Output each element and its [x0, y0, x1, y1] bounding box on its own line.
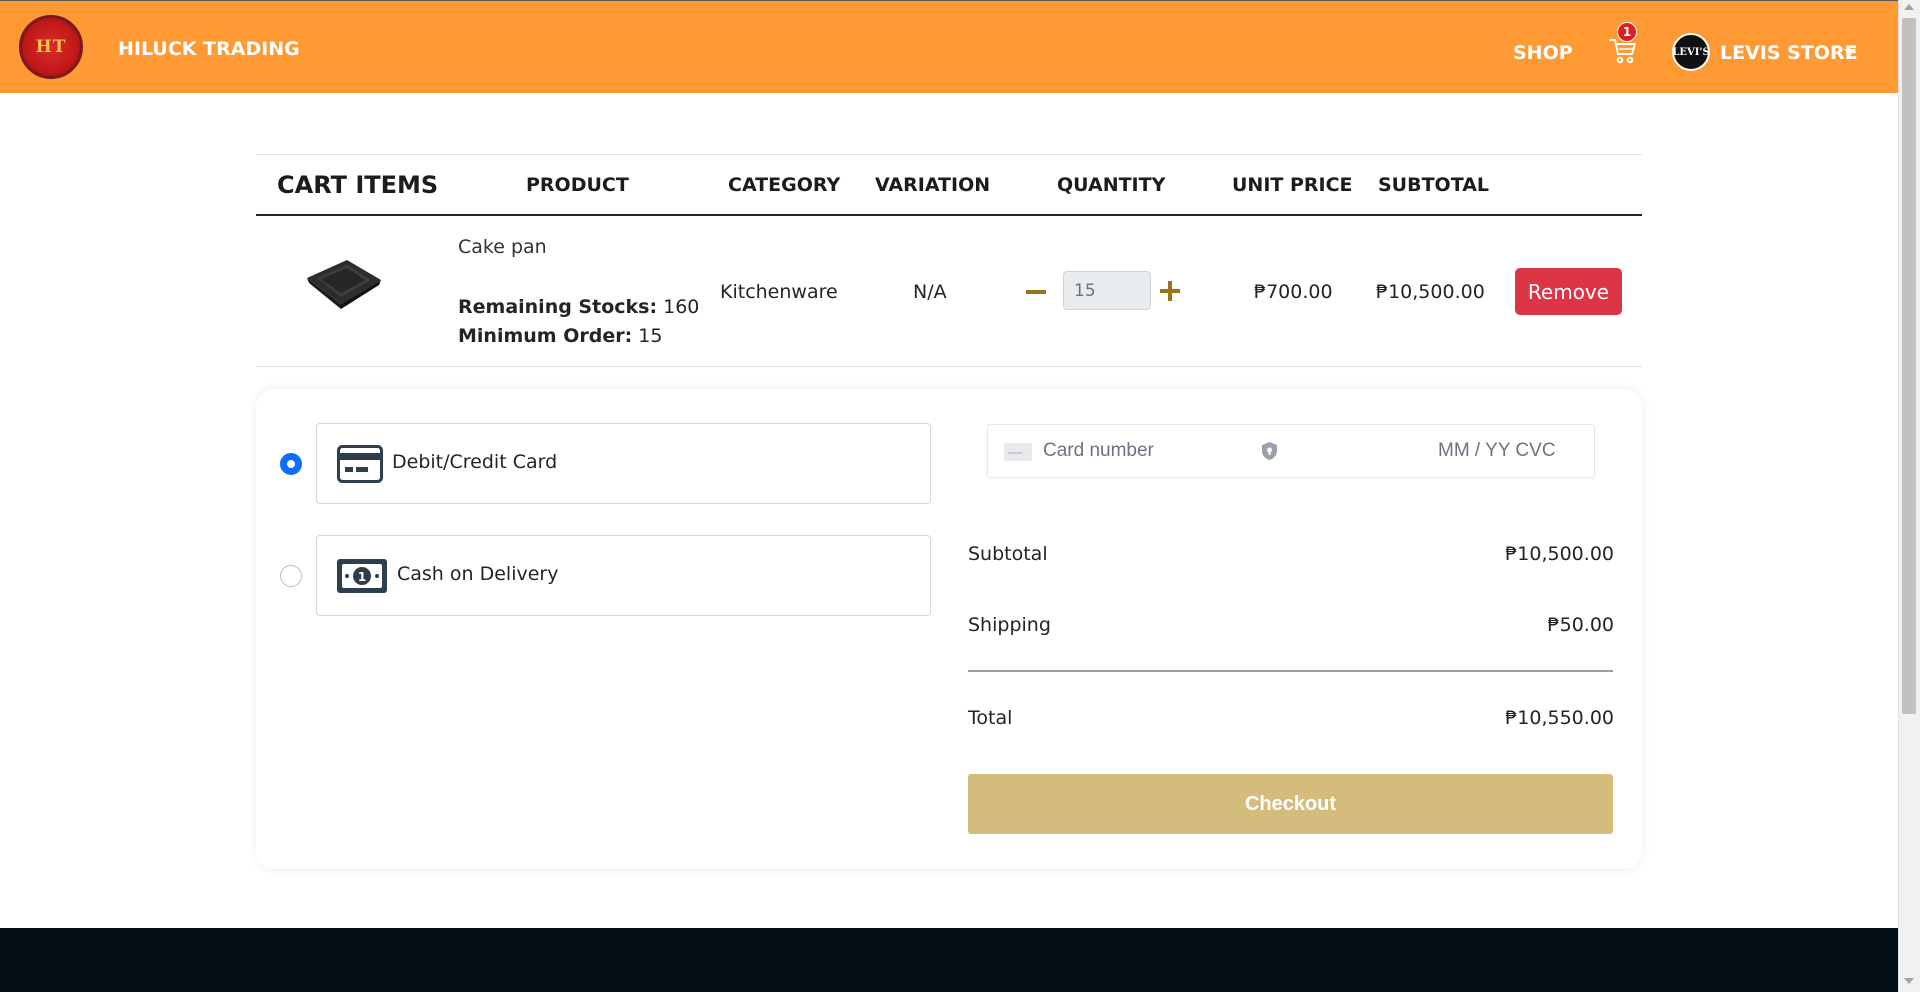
- brand-logo-text: HT: [35, 37, 67, 57]
- column-header-quantity: QUANTITY: [1057, 174, 1166, 196]
- top-navbar: HT HILUCK TRADING SHOP 1 LEVI'S LEVIS ST…: [0, 0, 1898, 93]
- unit-price: ₱700.00: [1254, 281, 1333, 303]
- summary-divider: [968, 670, 1613, 672]
- payment-option-cod-label: Cash on Delivery: [397, 563, 559, 585]
- chevron-down-icon[interactable]: [1844, 49, 1856, 56]
- table-top-border: [256, 154, 1642, 155]
- column-header-variation: VARIATION: [875, 174, 991, 196]
- store-avatar-text: LEVI'S: [1672, 46, 1710, 58]
- scroll-up-arrow-icon[interactable]: [1904, 4, 1914, 10]
- expiry-cvc-placeholder: MM / YY CVC: [1438, 440, 1556, 461]
- nav-shop-link[interactable]: SHOP: [1513, 42, 1573, 64]
- quantity-increase-button[interactable]: [1160, 281, 1180, 301]
- remove-item-button[interactable]: Remove: [1515, 268, 1622, 315]
- scrollbar-thumb[interactable]: [1902, 18, 1916, 714]
- remaining-stocks-label: Remaining Stocks:: [458, 296, 658, 318]
- column-header-category: CATEGORY: [728, 174, 841, 196]
- column-header-unit-price: UNIT PRICE: [1232, 174, 1353, 196]
- payment-option-card[interactable]: Debit/Credit Card: [316, 423, 931, 504]
- product-name[interactable]: Cake pan: [458, 236, 547, 258]
- page-footer: [0, 928, 1898, 992]
- column-header-product: PRODUCT: [526, 174, 629, 196]
- card-brand-icon: [1004, 443, 1032, 461]
- minimum-order-label: Minimum Order:: [458, 325, 633, 347]
- column-header-subtotal: SUBTOTAL: [1378, 174, 1490, 196]
- store-menu-toggle[interactable]: LEVIS STORE: [1720, 42, 1858, 64]
- brand-name[interactable]: HILUCK TRADING: [118, 38, 300, 60]
- table-header-border: [256, 214, 1642, 216]
- store-avatar[interactable]: LEVI'S: [1672, 33, 1710, 71]
- product-image[interactable]: [303, 252, 383, 312]
- summary-total-value: ₱10,550.00: [1505, 707, 1614, 729]
- payment-option-card-label: Debit/Credit Card: [392, 451, 558, 473]
- cart-count-badge: 1: [1617, 22, 1637, 42]
- payment-option-cod[interactable]: 1 Cash on Delivery: [316, 535, 931, 616]
- summary-shipping-value: ₱50.00: [1547, 614, 1614, 636]
- summary-subtotal-value: ₱10,500.00: [1505, 543, 1614, 565]
- svg-text:1: 1: [358, 570, 366, 584]
- credit-card-icon: [337, 445, 383, 483]
- row-subtotal: ₱10,500.00: [1376, 281, 1485, 303]
- card-details-input[interactable]: Card number MM / YY CVC: [987, 424, 1595, 478]
- checkout-button[interactable]: Checkout: [968, 774, 1613, 834]
- brand-logo[interactable]: HT: [19, 15, 83, 79]
- table-bottom-border: [256, 366, 1642, 367]
- remaining-stocks: Remaining Stocks: 160: [458, 296, 699, 318]
- summary-shipping-label: Shipping: [968, 614, 1051, 636]
- remaining-stocks-value: 160: [663, 296, 700, 318]
- summary-subtotal-label: Subtotal: [968, 543, 1048, 565]
- product-category: Kitchenware: [720, 281, 838, 303]
- card-number-placeholder: Card number: [1043, 440, 1154, 461]
- summary-total-label: Total: [968, 707, 1013, 729]
- lock-icon: [1262, 442, 1277, 460]
- cash-icon: 1: [337, 559, 387, 593]
- quantity-decrease-button[interactable]: [1026, 290, 1046, 294]
- quantity-input[interactable]: [1063, 271, 1151, 310]
- scroll-down-arrow-icon[interactable]: [1904, 978, 1914, 984]
- radio-card-selected[interactable]: [280, 453, 302, 475]
- minimum-order: Minimum Order: 15: [458, 325, 662, 347]
- radio-cod[interactable]: [280, 565, 302, 587]
- cart-items-title: CART ITEMS: [277, 171, 439, 199]
- minimum-order-value: 15: [638, 325, 663, 347]
- product-variation: N/A: [913, 281, 947, 303]
